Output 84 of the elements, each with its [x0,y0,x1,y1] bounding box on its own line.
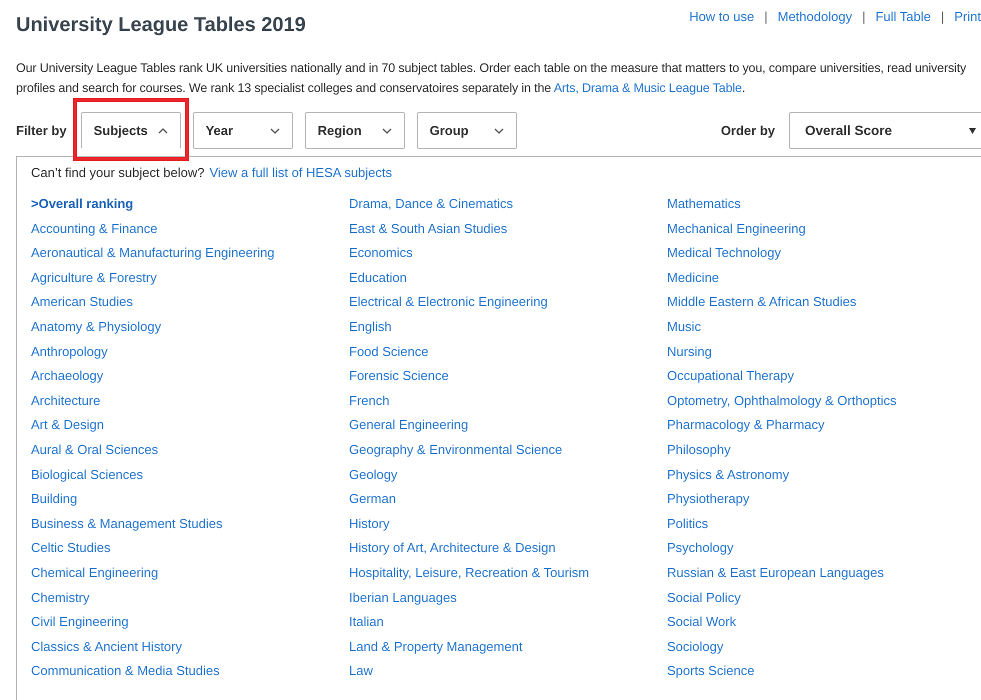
subject-link[interactable]: Food Science [349,340,428,364]
chevron-icon [382,128,392,134]
filter-dropdown[interactable]: Subjects [80,112,181,149]
subject-link[interactable]: Business & Management Studies [31,512,222,536]
subject-link[interactable]: Civil Engineering [31,610,129,635]
filter-dropdown[interactable]: Region [304,112,405,149]
subject-link[interactable]: East & South Asian Studies [349,216,508,242]
subject-link[interactable]: Biological Sciences [31,462,144,488]
filter-dropdown[interactable]: Group [416,112,517,149]
subject-link[interactable]: Medicine [667,266,720,290]
page-title: University League Tables 2019 [16,13,306,38]
chevron-icon [270,128,280,134]
subject-link[interactable]: Accounting & Finance [31,216,158,242]
subject-link[interactable]: History [349,512,390,536]
subject-link[interactable]: Psychology [667,536,734,561]
subject-link[interactable]: Land & Property Management [349,634,522,660]
subject-link[interactable]: Sports Science [667,659,754,684]
filter-dropdown[interactable]: Year [192,112,293,149]
subject-link[interactable]: Politics [667,512,708,536]
subject-link[interactable]: Classics & Ancient History [31,634,182,660]
dropdown-triangle-icon [969,128,976,134]
subject-link[interactable]: Anatomy & Physiology [31,314,162,340]
subject-link[interactable]: Physiotherapy [667,487,750,512]
subject-link[interactable]: Mathematics [667,192,741,217]
subject-link[interactable]: Education [349,266,407,290]
subject-link[interactable]: Architecture [31,388,100,414]
subject-link[interactable]: Anthropology [31,340,108,364]
subject-link[interactable]: Russian & East European Languages [667,560,884,586]
subject-link[interactable]: Hospitality, Leisure, Recreation & Tourism [349,560,590,586]
subject-link[interactable]: Geology [349,462,398,488]
subject-link[interactable]: English [349,314,392,340]
subject-link[interactable]: Social Policy [667,586,741,610]
subject-link[interactable]: Iberian Languages [349,586,457,610]
subject-link[interactable]: Nursing [667,340,712,364]
subject-link[interactable]: Philosophy [667,438,731,463]
subject-link[interactable]: Italian [349,610,384,635]
subject-link[interactable]: Drama, Dance & Cinematics [349,192,513,217]
subject-link[interactable]: Optometry, Ophthalmology & Orthoptics [667,388,897,414]
subject-link[interactable]: Geography & Environmental Science [349,438,562,463]
subject-link[interactable]: Electrical & Electronic Engineering [349,290,548,315]
subject-link[interactable]: Economics [349,241,413,266]
subject-link[interactable]: Celtic Studies [31,536,110,561]
subject-link[interactable]: Aeronautical & Manufacturing Engineering [31,241,275,266]
subject-link[interactable]: Communication & Media Studies [31,659,220,684]
subject-link[interactable]: General Engineering [349,413,468,438]
chevron-icon [158,128,168,134]
subject-link[interactable]: Mechanical Engineering [667,216,806,242]
subject-link[interactable]: Forensic Science [349,364,449,389]
subject-link[interactable]: >Overall ranking [31,192,134,217]
nav-link[interactable]: How to use [689,9,754,24]
subject-link[interactable]: Social Work [667,610,736,635]
order-by-select[interactable]: Overall Score [789,112,981,149]
filter-label: Filter by [16,123,67,138]
subject-link[interactable]: French [349,388,390,414]
subject-link[interactable]: History of Art, Architecture & Design [349,536,556,561]
hesa-subjects-link[interactable]: View a full list of HESA subjects [209,165,392,180]
subject-link[interactable]: Archaeology [31,364,104,389]
nav-link[interactable]: Print [954,9,981,24]
chevron-icon [494,128,504,134]
subject-link[interactable]: Occupational Therapy [667,364,794,389]
nav-link[interactable]: Full Table [875,9,931,24]
nav-separator: | [862,9,866,24]
intro-paragraph: Our University League Tables rank UK universities nationally and in 70 subject tables. Order each table on the measure that matters to you, compare universities, read university profiles and search for courses. We rank 13 specialist colleges and conservatoires separately in the Arts, Drama & Music League Table. [16,60,968,97]
hint-text: Can’t find your subject below? [31,165,204,180]
subject-link[interactable]: Law [349,659,373,684]
subject-link[interactable]: German [349,487,396,512]
subject-link[interactable]: Art & Design [31,413,104,438]
nav-separator: | [764,9,768,24]
nav-link[interactable]: Methodology [778,9,852,24]
nav-separator: | [940,9,944,24]
subject-link[interactable]: Physics & Astronomy [667,462,790,488]
subject-link[interactable]: Pharmacology & Pharmacy [667,413,825,438]
subject-link[interactable]: Music [667,314,701,340]
subject-link[interactable]: Chemical Engineering [31,560,158,586]
subject-link[interactable]: American Studies [31,290,133,315]
subject-link[interactable]: Agriculture & Forestry [31,266,157,290]
subject-link[interactable]: Building [31,487,78,512]
subject-link[interactable]: Medical Technology [667,241,781,266]
league-table-link[interactable]: Arts, Drama & Music League Table [554,81,742,95]
subject-link[interactable]: Chemistry [31,586,90,610]
order-by-label: Order by [720,123,775,138]
subject-link[interactable]: Aural & Oral Sciences [31,438,158,463]
subject-link[interactable]: Middle Eastern & African Studies [667,290,856,315]
subject-link[interactable]: Sociology [667,634,724,660]
